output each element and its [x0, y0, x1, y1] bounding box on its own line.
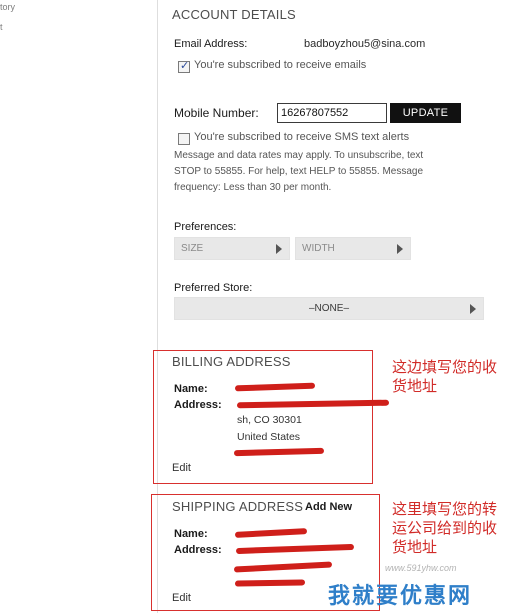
billing-address-label: Address: [174, 399, 222, 411]
size-select-value: SIZE [181, 243, 204, 254]
account-details-title: ACCOUNT DETAILS [172, 7, 296, 22]
sms-notice-line: Message and data rates may apply. To uns… [174, 150, 424, 161]
billing-address-title: BILLING ADDRESS [172, 354, 291, 369]
redacted-country-scribble [234, 579, 306, 587]
size-select[interactable]: SIZE [174, 237, 290, 260]
watermark-logo: 我就要优惠网 [328, 584, 473, 609]
preferred-store-select[interactable]: –NONE– [174, 297, 484, 320]
shipping-address-label: Address: [174, 544, 222, 556]
preferences-label: Preferences: [174, 221, 237, 233]
left-navigation: tory t [0, 0, 158, 613]
billing-country-line: United States [237, 431, 301, 443]
shipping-annotation-line: 运公司给到的收 [392, 519, 498, 537]
shipping-annotation-line: 货地址 [392, 538, 438, 556]
shipping-edit-link[interactable]: Edit [172, 592, 191, 604]
email-subscribe-label: You're subscribed to receive emails [194, 59, 367, 71]
billing-city-line: sh, CO 30301 [237, 414, 302, 426]
add-new-address-link[interactable]: Add New [305, 501, 352, 513]
shipping-name-label: Name: [174, 528, 208, 540]
email-label: Email Address: [174, 38, 248, 50]
chevron-right-icon [470, 304, 476, 314]
watermark-url: www.591yhw.com [385, 563, 457, 573]
mobile-label: Mobile Number: [174, 106, 259, 120]
width-select[interactable]: WIDTH [295, 237, 411, 260]
sidebar-item-history[interactable]: tory [0, 2, 15, 12]
email-subscribe-checkbox[interactable] [178, 59, 190, 73]
shipping-annotation: 这里填写您的转 运公司给到的收 货地址 [392, 500, 497, 557]
width-select-value: WIDTH [302, 243, 335, 254]
billing-edit-link[interactable]: Edit [172, 462, 191, 474]
chevron-right-icon [276, 244, 282, 254]
preferred-store-value: –NONE– [308, 303, 349, 314]
sms-notice-line: STOP to 55855. For help, text HELP to 55… [174, 166, 424, 177]
preferred-store-label: Preferred Store: [174, 282, 253, 294]
sidebar-item[interactable]: t [0, 22, 3, 32]
shipping-annotation-line: 这里填写您的转 [392, 500, 498, 518]
sms-notice-line: frequency: Less than 30 per month. [174, 182, 332, 193]
sms-subscribe-checkbox[interactable] [178, 133, 190, 145]
billing-annotation: 这边填写您的收 货地址 [392, 358, 497, 396]
billing-annotation-line: 这边填写您的收 [392, 358, 498, 376]
shipping-address-title: SHIPPING ADDRESS [172, 499, 304, 514]
billing-name-label: Name: [174, 383, 208, 395]
update-button[interactable]: UPDATE [390, 103, 461, 123]
mobile-number-input[interactable] [277, 103, 387, 123]
sms-subscribe-label: You're subscribed to receive SMS text al… [194, 131, 410, 143]
billing-annotation-line: 货地址 [392, 377, 438, 395]
email-value: badboyzhou5@sina.com [304, 38, 426, 50]
chevron-right-icon [397, 244, 403, 254]
